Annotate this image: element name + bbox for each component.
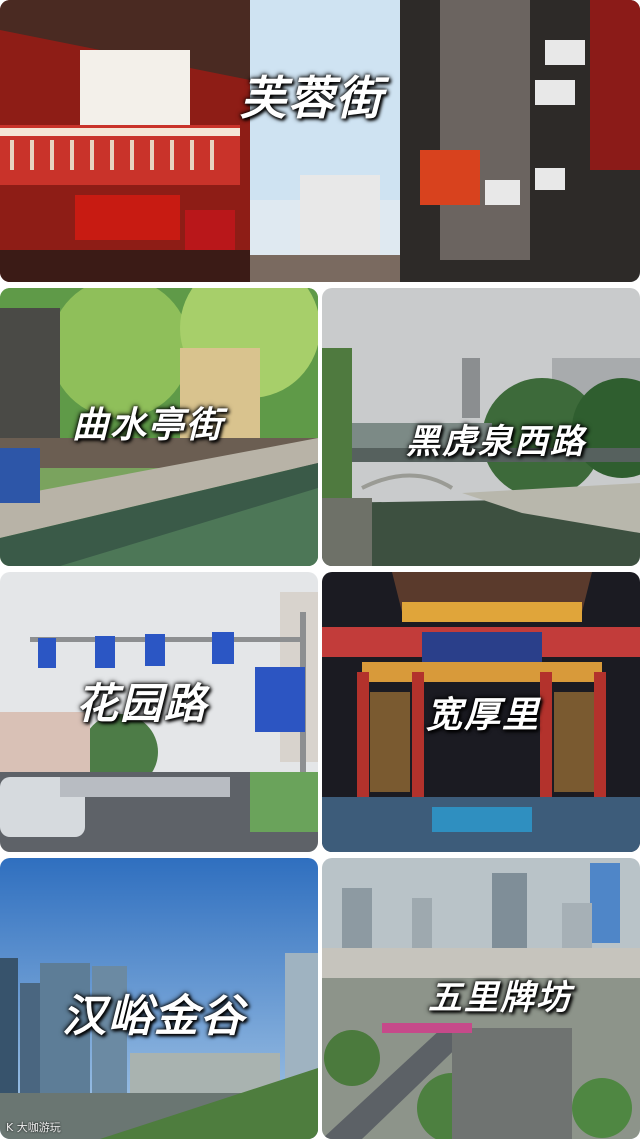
photo-huayuan-road: 花园路: [0, 572, 318, 852]
caption-kuanhouli: 宽厚里: [426, 694, 541, 736]
caption-hanyu-jingu: 汉峪金谷: [62, 991, 246, 1042]
furong-street-scene: [0, 0, 640, 282]
photo-kuanhouli: 宽厚里: [322, 572, 640, 852]
photo-qushuiting-street: 曲水亭街: [0, 288, 318, 566]
watermark-text: K 大咖游玩: [6, 1121, 61, 1134]
photo-furong-street: 芙蓉街: [0, 0, 640, 282]
photo-wuli-paifang: 五里牌坊: [322, 858, 640, 1139]
caption-furong-street: 芙蓉街: [240, 71, 384, 125]
caption-heihuquan-west-road: 黑虎泉西路: [406, 422, 586, 462]
caption-huayuan-road: 花园路: [76, 679, 209, 728]
photo-hanyu-jingu: 汉峪金谷 K 大咖游玩: [0, 858, 318, 1139]
photo-heihuquan-west-road: 黑虎泉西路: [322, 288, 640, 566]
caption-qushuiting-street: 曲水亭街: [72, 404, 225, 446]
caption-wuli-paifang: 五里牌坊: [428, 978, 572, 1018]
